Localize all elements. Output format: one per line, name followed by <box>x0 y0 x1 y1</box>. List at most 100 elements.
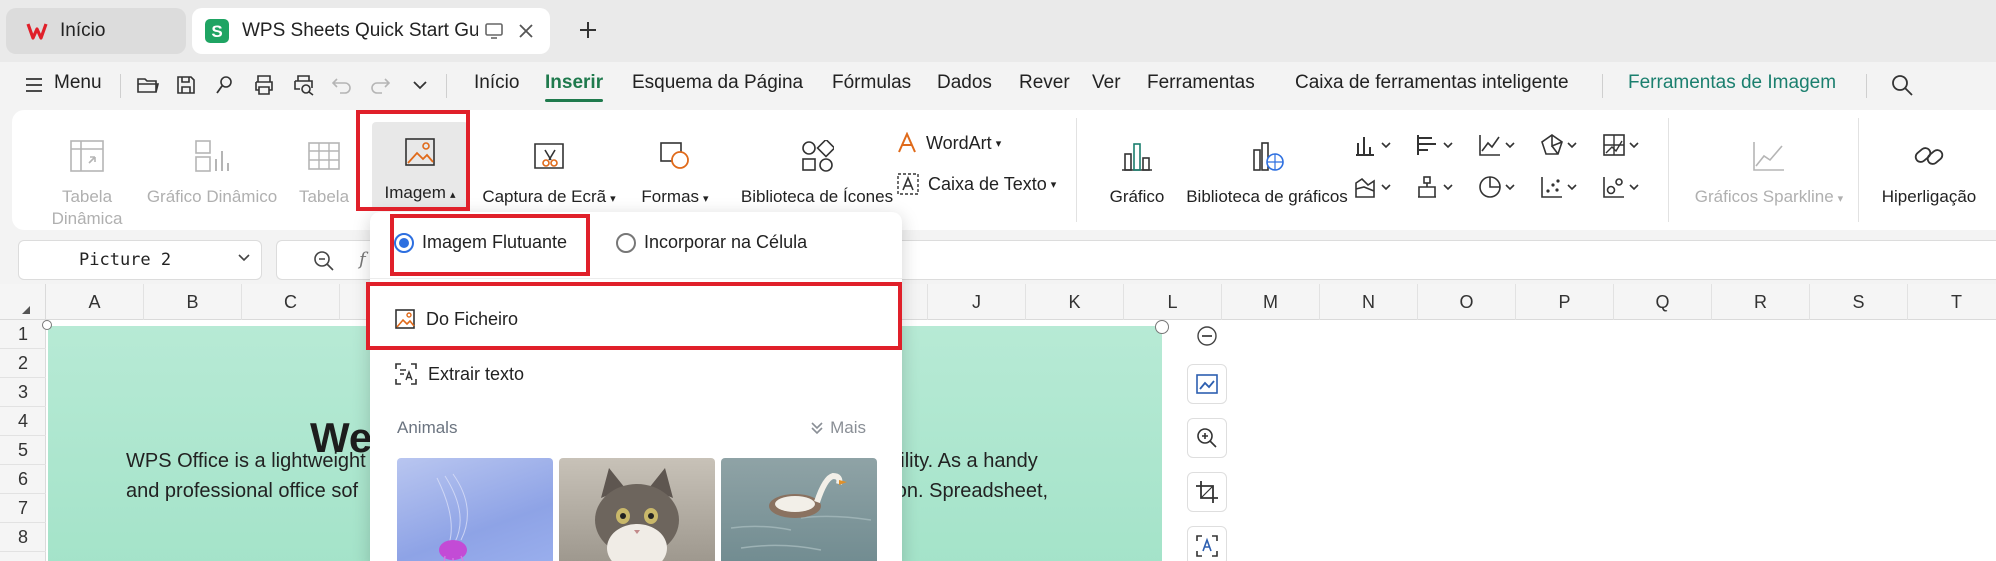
menu-tab-esquema-da-pagina[interactable]: Esquema da Página <box>632 72 803 94</box>
extract-text-icon <box>394 362 418 386</box>
cat-thumbnail[interactable] <box>559 458 715 561</box>
menu-tab-dados[interactable]: Dados <box>937 72 992 94</box>
open-folder-icon[interactable] <box>134 71 162 99</box>
icon-library-button[interactable]: Biblioteca de Ícones <box>722 132 912 208</box>
name-box[interactable]: Picture 2 <box>18 240 262 280</box>
column-header-b[interactable]: B <box>144 284 242 320</box>
double-chevron-down-icon <box>810 421 824 435</box>
duck-thumbnail[interactable] <box>721 458 877 561</box>
undo-icon[interactable] <box>328 71 356 99</box>
pivot-chart-button[interactable]: Gráfico Dinâmico <box>132 132 292 208</box>
close-tab-icon[interactable] <box>518 23 534 39</box>
jellyfish-thumbnail[interactable] <box>397 458 553 561</box>
column-header-o[interactable]: O <box>1418 284 1516 320</box>
chart-library-button[interactable]: Biblioteca de gráficos <box>1172 132 1362 208</box>
pivot-table-button[interactable]: Tabela Dinâmica <box>42 132 132 230</box>
row-header-8[interactable]: 8 <box>0 523 46 552</box>
row-header-6[interactable]: 6 <box>0 465 46 494</box>
column-header-t[interactable]: T <box>1908 284 1996 320</box>
zoom-in-icon[interactable] <box>1187 418 1227 458</box>
search-icon[interactable] <box>1888 71 1916 99</box>
column-header-r[interactable]: R <box>1712 284 1810 320</box>
bubble-chart-icon[interactable] <box>1602 172 1650 202</box>
hierarchy-chart-icon[interactable] <box>1416 172 1464 202</box>
menu-tab-ferramentas[interactable]: Ferramentas <box>1147 72 1255 94</box>
chart-button[interactable]: Gráfico <box>1090 132 1184 208</box>
menu-tab-caixa-de-ferramentas[interactable]: Caixa de ferramentas inteligente <box>1295 72 1569 94</box>
print-icon[interactable] <box>250 71 278 99</box>
row-header-7[interactable]: 7 <box>0 494 46 523</box>
hamburger-icon[interactable] <box>20 71 48 99</box>
column-header-m[interactable]: M <box>1222 284 1320 320</box>
table-button[interactable]: Tabela <box>284 132 364 208</box>
redo-icon[interactable] <box>366 71 394 99</box>
tab-document[interactable]: S WPS Sheets Quick Start Guide.xlsx <box>192 8 550 54</box>
shapes-button[interactable]: Formas ▾ <box>630 132 720 210</box>
column-header-j[interactable]: J <box>928 284 1026 320</box>
combo-chart-icon[interactable] <box>1602 130 1650 160</box>
image-button[interactable]: Imagem ▴ <box>372 122 468 210</box>
menu-button[interactable]: Menu <box>54 72 102 94</box>
from-file-option[interactable]: Do Ficheiro <box>394 308 518 330</box>
floating-image-option[interactable]: Imagem Flutuante <box>394 232 567 253</box>
ocr-icon[interactable] <box>1187 526 1227 561</box>
row-header-2[interactable]: 2 <box>0 349 46 378</box>
resize-handle[interactable] <box>1155 320 1169 334</box>
row-header-3[interactable]: 3 <box>0 378 46 407</box>
save-icon[interactable] <box>172 71 200 99</box>
caret-down-icon: ▾ <box>1837 193 1844 205</box>
area-chart-icon[interactable] <box>1354 172 1402 202</box>
menu-tab-inicio[interactable]: Início <box>474 72 519 94</box>
scatter-chart-icon[interactable] <box>1540 172 1588 202</box>
embed-in-cell-option[interactable]: Incorporar na Célula <box>616 232 807 253</box>
spreadsheet-grid[interactable]: ABCDEFGHIJKLMNOPQRST 12345678 We WPS Off… <box>0 284 1996 561</box>
new-tab-button[interactable] <box>572 14 604 46</box>
column-header-a[interactable]: A <box>46 284 144 320</box>
select-all-corner[interactable] <box>0 284 46 320</box>
resize-handle[interactable] <box>42 320 52 330</box>
window-mode-icon[interactable] <box>484 22 504 40</box>
row-header-1[interactable]: 1 <box>0 320 46 349</box>
column-header-k[interactable]: K <box>1026 284 1124 320</box>
crop-icon[interactable] <box>1187 472 1227 512</box>
image-adjust-icon[interactable] <box>1187 364 1227 404</box>
more-chevron-icon[interactable] <box>406 71 434 99</box>
sparklines-button[interactable]: Gráficos Sparkline ▾ <box>1684 132 1854 210</box>
zoom-formula-icon[interactable] <box>313 250 335 272</box>
collapse-icon[interactable] <box>1195 324 1219 348</box>
picture-text-line2-left: and professional office sof <box>126 480 359 502</box>
column-header-c[interactable]: C <box>242 284 340 320</box>
image-label: Imagem <box>384 183 446 202</box>
wordart-button[interactable]: WordArt ▾ <box>896 132 1001 154</box>
textbox-button[interactable]: Caixa de Texto ▾ <box>896 172 1056 196</box>
hyperlink-button[interactable]: Hiperligação <box>1874 132 1984 208</box>
column-chart-icon[interactable] <box>1354 130 1402 160</box>
row-header-5[interactable]: 5 <box>0 436 46 465</box>
column-header-n[interactable]: N <box>1320 284 1418 320</box>
menu-tab-inserir[interactable]: Inserir <box>545 72 604 102</box>
print-preview-icon[interactable] <box>290 71 318 99</box>
menu-tab-rever[interactable]: Rever <box>1019 72 1070 94</box>
extract-text-label: Extrair texto <box>428 363 525 384</box>
row-header-4[interactable]: 4 <box>0 407 46 436</box>
format-painter-icon[interactable] <box>210 71 238 99</box>
tab-home[interactable]: Início <box>6 8 186 54</box>
screenshot-button[interactable]: Captura de Ecrã ▾ <box>474 132 624 210</box>
pie-chart-icon[interactable] <box>1478 172 1526 202</box>
line-chart-icon[interactable] <box>1478 130 1526 160</box>
formula-bar: Picture 2 f <box>0 230 1996 284</box>
chevron-down-icon[interactable] <box>237 253 251 263</box>
divider <box>1076 118 1077 222</box>
extract-text-option[interactable]: Extrair texto <box>394 362 524 386</box>
radar-chart-icon[interactable] <box>1540 130 1588 160</box>
menu-tab-ver[interactable]: Ver <box>1092 72 1121 94</box>
bar-chart-horizontal-icon[interactable] <box>1416 130 1464 160</box>
column-header-q[interactable]: Q <box>1614 284 1712 320</box>
menu-tab-formulas[interactable]: Fórmulas <box>832 72 911 94</box>
more-button[interactable]: Mais <box>810 418 866 438</box>
menu-tab-ferramentas-de-imagem[interactable]: Ferramentas de Imagem <box>1628 72 1836 94</box>
column-header-p[interactable]: P <box>1516 284 1614 320</box>
menu-bar: Menu Início Inserir Esquema da Página Fó… <box>0 62 1996 108</box>
column-header-s[interactable]: S <box>1810 284 1908 320</box>
column-header-l[interactable]: L <box>1124 284 1222 320</box>
